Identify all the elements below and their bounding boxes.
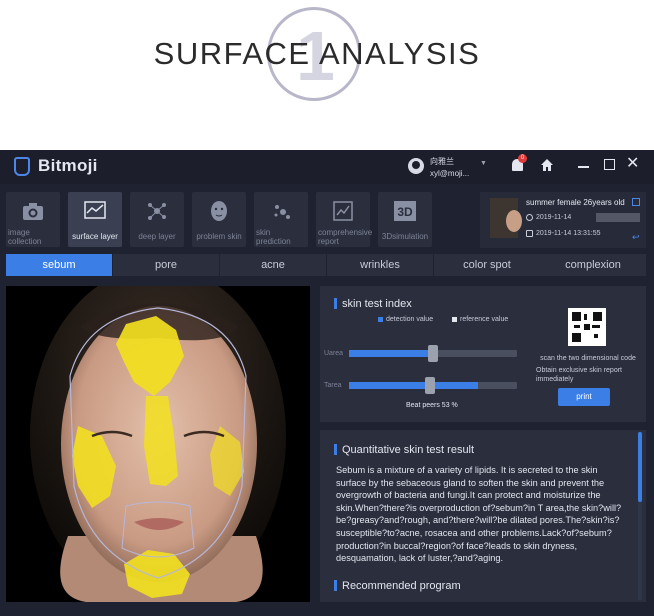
quantitative-result-panel: Quantitative skin test result Sebum is a… bbox=[320, 430, 646, 602]
tab-color-spot[interactable]: color spot bbox=[434, 254, 540, 276]
section-marker bbox=[334, 444, 337, 455]
title-bar: Bitmoji 向雅兰 xyl@moji... ▼ 0 ✕ bbox=[0, 150, 654, 184]
tarea-slider-handle[interactable] bbox=[424, 377, 435, 394]
tarea-slider[interactable] bbox=[349, 377, 517, 394]
module-label: skin prediction bbox=[256, 228, 291, 246]
result-title: Quantitative skin test result bbox=[342, 444, 475, 456]
banner: 1 SURFACE ANALYSIS bbox=[0, 0, 654, 148]
legend-reference-label: reference value bbox=[460, 316, 509, 323]
app-logo: Bitmoji bbox=[38, 156, 98, 175]
qr-code bbox=[568, 308, 606, 346]
redacted-field bbox=[596, 213, 640, 222]
legend-swatch bbox=[378, 316, 383, 322]
molecule-icon bbox=[148, 203, 166, 220]
module-skin-prediction[interactable]: skin prediction bbox=[254, 192, 308, 247]
patient-date: 2019-11-14 bbox=[536, 214, 572, 221]
uarea-slider[interactable] bbox=[349, 345, 517, 362]
module-toolbar: image collection surface layer deep laye… bbox=[6, 192, 476, 248]
legend-detection: detection value bbox=[378, 316, 433, 323]
obtain-report-text: Obtain exclusive skin report immediately bbox=[536, 367, 622, 383]
module-label: comprehensive report bbox=[318, 228, 373, 246]
maximize-button[interactable] bbox=[604, 159, 615, 170]
tab-wrinkles[interactable]: wrinkles bbox=[327, 254, 433, 276]
tab-acne[interactable]: acne bbox=[220, 254, 326, 276]
edit-icon[interactable] bbox=[632, 198, 640, 206]
recommended-program-title: Recommended program bbox=[342, 580, 461, 592]
report-icon bbox=[333, 201, 353, 221]
module-label: problem skin bbox=[196, 232, 242, 241]
print-button[interactable]: print bbox=[558, 388, 610, 406]
module-label: 3Dsimulation bbox=[381, 232, 429, 241]
page: 1 SURFACE ANALYSIS Bitmoji 向雅兰 xyl@moji.… bbox=[0, 0, 654, 616]
analysis-tabs: sebum pore acne wrinkles color spot comp… bbox=[6, 254, 646, 276]
module-image-collection[interactable]: image collection bbox=[6, 192, 60, 247]
close-button[interactable]: ✕ bbox=[626, 154, 639, 174]
notification-badge: 0 bbox=[518, 154, 527, 163]
patient-photo bbox=[490, 198, 522, 238]
tab-complexion[interactable]: complexion bbox=[540, 254, 646, 276]
legend-detection-label: detection value bbox=[386, 316, 434, 323]
module-label: surface layer bbox=[72, 232, 118, 241]
user-name[interactable]: 向雅兰 bbox=[430, 156, 454, 167]
uarea-slider-handle[interactable] bbox=[428, 345, 438, 362]
user-email[interactable]: xyl@moji... bbox=[430, 169, 469, 178]
skin-index-panel: skin test index detection value referenc… bbox=[320, 286, 646, 422]
dots-icon bbox=[274, 205, 290, 219]
tarea-label: Tarea bbox=[324, 382, 342, 389]
legend-swatch bbox=[452, 316, 457, 322]
home-icon[interactable] bbox=[540, 158, 554, 172]
user-avatar-icon[interactable] bbox=[408, 158, 424, 174]
patient-face-thumbnail bbox=[506, 210, 522, 232]
svg-text:3D: 3D bbox=[397, 205, 413, 219]
clock-icon bbox=[526, 214, 533, 221]
result-description: Sebum is a mixture of a variety of lipid… bbox=[336, 465, 622, 564]
module-3d-simulation[interactable]: 3D 3Dsimulation bbox=[378, 192, 432, 247]
section-marker bbox=[334, 298, 337, 309]
module-problem-skin[interactable]: problem skin bbox=[192, 192, 246, 247]
face-icon bbox=[211, 201, 227, 221]
back-icon[interactable]: ↩ bbox=[632, 232, 640, 243]
banner-title: SURFACE ANALYSIS bbox=[153, 36, 481, 71]
face-image-panel bbox=[6, 286, 310, 602]
patient-datetime: 2019-11-14 13:31:55 bbox=[536, 230, 601, 237]
app-window: Bitmoji 向雅兰 xyl@moji... ▼ 0 ✕ image coll… bbox=[0, 150, 654, 616]
legend-reference: reference value bbox=[452, 316, 508, 323]
module-label: deep layer bbox=[138, 232, 176, 241]
skin-index-title: skin test index bbox=[342, 298, 412, 310]
patient-card: summer female 26years old 2019-11-14 201… bbox=[480, 192, 646, 248]
uarea-label: Uarea bbox=[324, 350, 344, 357]
result-scrollbar[interactable] bbox=[638, 432, 642, 600]
module-surface-layer[interactable]: surface layer bbox=[68, 192, 122, 247]
module-comprehensive-report[interactable]: comprehensive report bbox=[316, 192, 373, 247]
minimize-button[interactable] bbox=[578, 166, 589, 168]
3d-icon: 3D bbox=[394, 201, 416, 221]
camera-icon bbox=[23, 203, 43, 220]
scrollbar-thumb[interactable] bbox=[638, 432, 642, 502]
scan-text: scan the two dimensional code bbox=[540, 355, 636, 362]
tab-pore[interactable]: pore bbox=[113, 254, 219, 276]
face-analysis-image bbox=[6, 286, 310, 602]
section-marker bbox=[334, 580, 337, 591]
tarea-detection-fill bbox=[349, 382, 479, 389]
uarea-detection-fill bbox=[349, 350, 433, 357]
chart-icon bbox=[84, 201, 106, 219]
beat-peers-text: Beat peers 53 % bbox=[406, 402, 458, 409]
module-deep-layer[interactable]: deep layer bbox=[130, 192, 184, 247]
patient-info: summer female 26years old bbox=[526, 198, 625, 207]
calendar-icon bbox=[526, 230, 533, 237]
tab-sebum[interactable]: sebum bbox=[6, 254, 112, 276]
logo-icon bbox=[14, 157, 30, 176]
module-label: image collection bbox=[8, 228, 42, 246]
chevron-down-icon[interactable]: ▼ bbox=[480, 160, 487, 167]
